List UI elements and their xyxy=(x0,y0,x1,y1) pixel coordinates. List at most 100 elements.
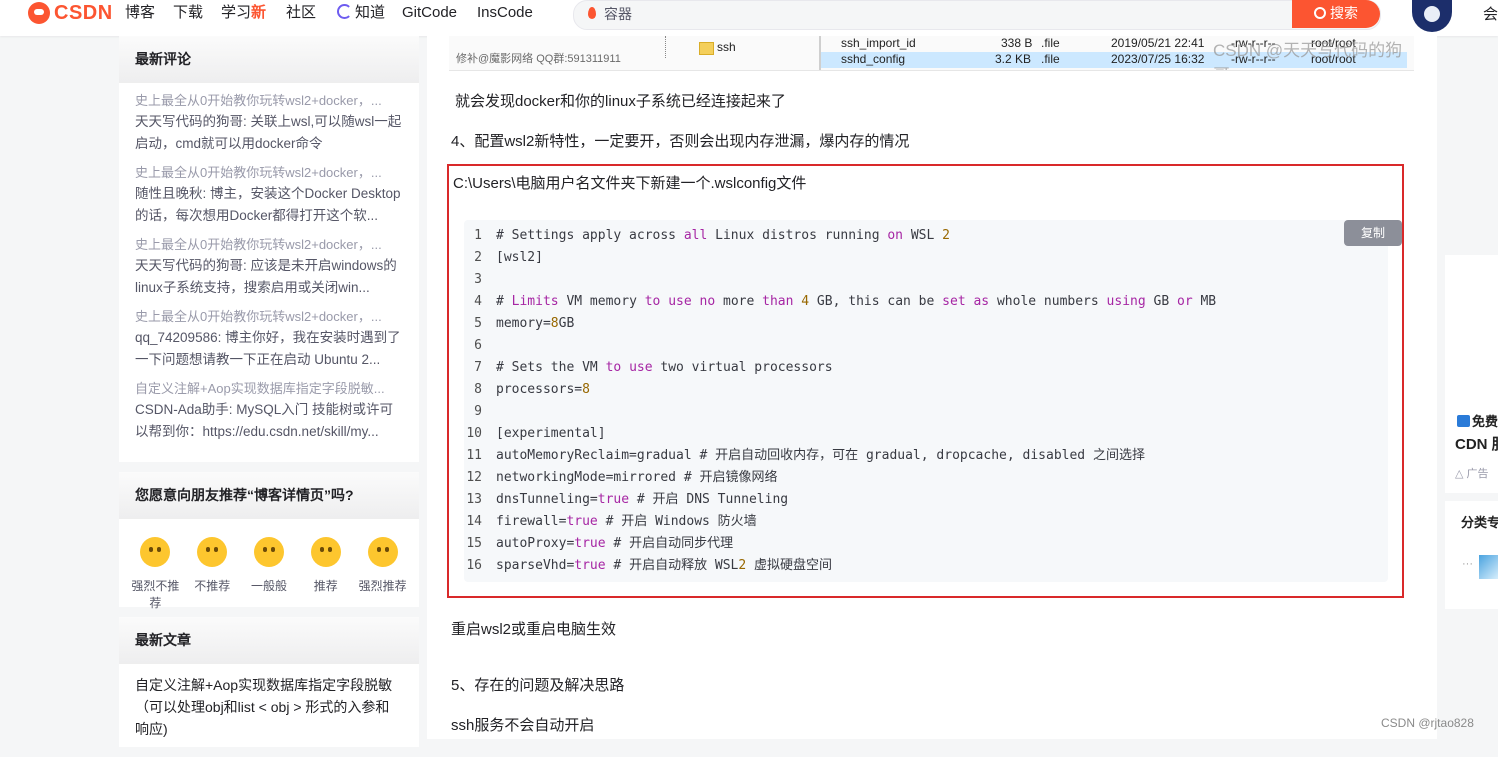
left-sidebar: 最新评论 史上最全从0开始教你玩转wsl2+docker，... 天天写代码的狗… xyxy=(119,36,419,757)
code-line: 1 # Settings apply across all Linux distr… xyxy=(464,225,1216,247)
line-number: 1 xyxy=(474,228,482,243)
file-date: 2019/05/21 22:41 xyxy=(1111,36,1205,50)
comment-item[interactable]: 自定义注解+Aop实现数据库指定字段脱敏... CSDN-Ada助手: MySQ… xyxy=(119,371,419,443)
code-line: 4 # Limits VM memory to use no more than … xyxy=(464,291,1216,313)
comment-text: 天天写代码的狗哥: 应该是未开启windows的linux子系统支持，搜索启用或… xyxy=(135,258,397,295)
code-text: networkingMode=mirrored # 开启镜像网络 xyxy=(496,470,778,485)
line-number: 8 xyxy=(474,382,482,397)
frown-face-icon xyxy=(197,537,228,567)
member-link[interactable]: 会 xyxy=(1483,3,1498,24)
line-number: 2 xyxy=(474,250,482,265)
config-path-text: C:\Users\电脑用户名文件夹下新建一个.wslconfig文件 xyxy=(453,175,807,192)
rating-label: 推荐 xyxy=(313,579,338,593)
article-content: ssh 修补@魔影网络 QQ群:591311911 ssh_import_id … xyxy=(427,36,1437,739)
embedded-screenshot: ssh 修补@魔影网络 QQ群:591311911 ssh_import_id … xyxy=(449,36,1414,71)
code-text: dnsTunneling=true # 开启 DNS Tunneling xyxy=(496,492,789,507)
article-link[interactable]: 自定义注解+Aop实现数据库指定字段脱敏（可以处理obj和list < obj … xyxy=(119,664,419,750)
line-number: 4 xyxy=(474,294,482,309)
line-number: 3 xyxy=(474,272,482,287)
heading-step-5: 5、存在的问题及解决思路 xyxy=(451,677,625,694)
rating-label: 强烈不推荐 xyxy=(131,579,180,610)
page-watermark: CSDN @rjtao828 xyxy=(1381,716,1474,730)
code-line: 2 [wsl2] xyxy=(464,247,1216,269)
line-number: 14 xyxy=(466,514,482,529)
comment-article-title[interactable]: 史上最全从0开始教你玩转wsl2+docker，... xyxy=(135,163,403,183)
code-text: firewall=true # 开启 Windows 防火墙 xyxy=(496,514,757,529)
rating-options: 强烈不推荐 不推荐 一般般 推荐 强烈推荐 xyxy=(119,519,419,623)
nav-inscode[interactable]: InsCode xyxy=(477,3,533,23)
rating-label: 一般般 xyxy=(250,579,287,593)
rating-label: 强烈推荐 xyxy=(358,579,407,593)
angry-face-icon xyxy=(140,537,171,567)
rating-recommend[interactable]: 推荐 xyxy=(297,537,354,611)
file-name: sshd_config xyxy=(841,52,906,66)
zhidao-icon xyxy=(337,4,352,19)
code-line: 15 autoProxy=true # 开启自动同步代理 xyxy=(464,533,1216,555)
comment-text: CSDN-Ada助手: MySQL入门 技能树或许可以帮到你：https://e… xyxy=(135,402,394,439)
comment-item[interactable]: 史上最全从0开始教你玩转wsl2+docker，... 天天写代码的狗哥: 应该… xyxy=(119,227,419,299)
paragraph-docker-connected: 就会发现docker和你的linux子系统已经连接起来了 xyxy=(455,93,786,110)
folder-label: ssh xyxy=(717,40,736,54)
user-avatar[interactable] xyxy=(1412,0,1452,32)
fire-icon xyxy=(588,7,596,19)
code-text: autoProxy=true # 开启自动同步代理 xyxy=(496,536,734,551)
comment-article-title[interactable]: 史上最全从0开始教你玩转wsl2+docker，... xyxy=(135,307,403,327)
code-line: 12 networkingMode=mirrored # 开启镜像网络 xyxy=(464,467,1216,489)
neutral-face-icon xyxy=(253,537,284,567)
logo-text: CSDN xyxy=(54,1,113,24)
code-line: 7 # Sets the VM to use two virtual proces… xyxy=(464,357,1216,379)
code-lines: 1 # Settings apply across all Linux distr… xyxy=(464,225,1216,577)
line-number: 5 xyxy=(474,316,482,331)
csdn-logo[interactable]: CSDN xyxy=(28,2,113,24)
comment-article-title[interactable]: 史上最全从0开始教你玩转wsl2+docker，... xyxy=(135,91,403,111)
code-text: autoMemoryReclaim=gradual # 开启自动回收内存，可在 … xyxy=(496,448,1145,463)
nav-blog[interactable]: 博客 xyxy=(125,3,155,23)
code-line: 3 xyxy=(464,269,1216,291)
free-badge-icon xyxy=(1457,415,1470,427)
rating-not-recommend[interactable]: 不推荐 xyxy=(184,537,241,611)
comment-item[interactable]: 史上最全从0开始教你玩转wsl2+docker，... 天天写代码的狗哥: 关联… xyxy=(119,83,419,155)
code-line: 13 dnsTunneling=true # 开启 DNS Tunneling xyxy=(464,489,1216,511)
category-thumbnail[interactable] xyxy=(1479,555,1498,579)
line-number: 13 xyxy=(466,492,482,507)
copy-button[interactable]: 复制 xyxy=(1344,220,1402,246)
comment-article-title[interactable]: 自定义注解+Aop实现数据库指定字段脱敏... xyxy=(135,379,403,399)
code-line: 11 autoMemoryReclaim=gradual # 开启自动回收内存，可… xyxy=(464,445,1216,467)
comment-item[interactable]: 史上最全从0开始教你玩转wsl2+docker，... qq_74209586:… xyxy=(119,299,419,371)
line-number: 10 xyxy=(466,426,482,441)
folder-icon xyxy=(699,42,714,55)
rating-strongly-not-recommend[interactable]: 强烈不推荐 xyxy=(127,537,184,611)
rating-strongly-recommend[interactable]: 强烈推荐 xyxy=(354,537,411,611)
file-type: .file xyxy=(1041,36,1060,50)
recommend-title: 您愿意向朋友推荐“博客详情页”吗? xyxy=(119,472,419,519)
comment-text: qq_74209586: 博主你好，我在安装时遇到了一下问题想请教一下正在启动 … xyxy=(135,330,401,367)
file-size: 338 B xyxy=(1001,36,1033,50)
search-button-label: 搜索 xyxy=(1330,5,1358,21)
rating-neutral[interactable]: 一般般 xyxy=(241,537,298,611)
file-type: .file xyxy=(1041,52,1060,66)
search-icon xyxy=(1314,7,1326,19)
recommend-panel: 您愿意向朋友推荐“博客详情页”吗? 强烈不推荐 不推荐 一般般 推荐 强烈推荐 xyxy=(119,472,419,610)
nav-zhidao[interactable]: 知道 xyxy=(337,3,385,23)
nav-gitcode[interactable]: GitCode xyxy=(402,3,457,23)
ad-card[interactable]: 免费 CDN 服 △ 广告 xyxy=(1445,255,1498,493)
code-line: 9 xyxy=(464,401,1216,423)
search-button[interactable]: 搜索 xyxy=(1292,0,1380,28)
code-block[interactable]: 1 # Settings apply across all Linux distr… xyxy=(464,220,1388,582)
nav-learn[interactable]: 学习新 xyxy=(221,3,266,23)
nav-community[interactable]: 社区 xyxy=(286,3,316,23)
file-size: 3.2 KB xyxy=(995,52,1032,66)
file-date: 2023/07/25 16:32 xyxy=(1111,52,1205,66)
code-text: [experimental] xyxy=(496,426,606,441)
comment-article-title[interactable]: 史上最全从0开始教你玩转wsl2+docker，... xyxy=(135,235,403,255)
line-number: 6 xyxy=(474,338,482,353)
image-watermark: CSDN @天天写代码的狗哥 xyxy=(1213,41,1403,70)
category-dots: ··· xyxy=(1462,558,1473,570)
search-input[interactable]: 容器 xyxy=(573,0,1381,30)
code-text: [wsl2] xyxy=(496,250,543,265)
nav-download[interactable]: 下载 xyxy=(173,3,203,23)
comment-item[interactable]: 史上最全从0开始教你玩转wsl2+docker，... 随性且晚秋: 博主，安装… xyxy=(119,155,419,227)
code-text: # Sets the VM to use two virtual process… xyxy=(496,360,833,375)
highlighted-config-box: C:\Users\电脑用户名文件夹下新建一个.wslconfig文件 1 # Se… xyxy=(447,164,1404,598)
latest-articles-title: 最新文章 xyxy=(119,617,419,664)
